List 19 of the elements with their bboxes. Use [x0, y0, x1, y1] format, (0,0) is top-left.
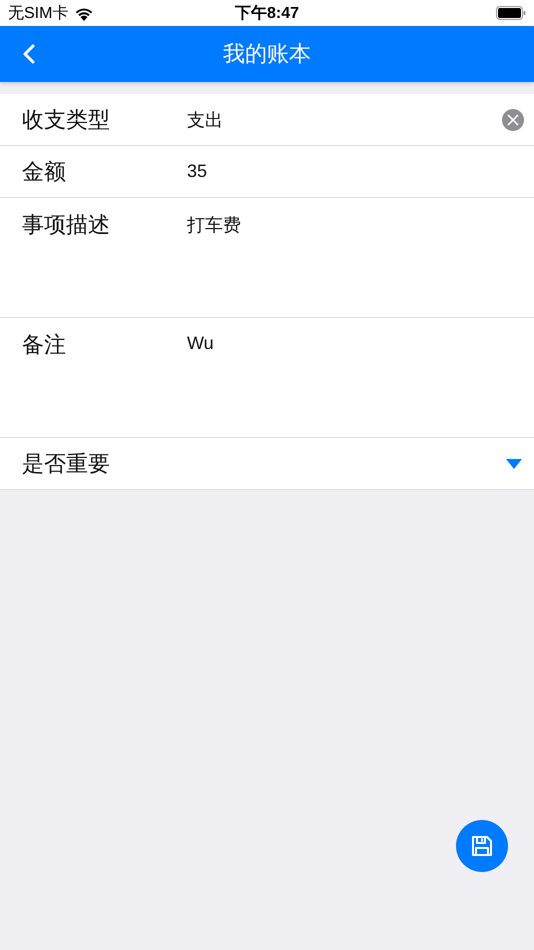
input-field[interactable]: 35 [187, 161, 524, 182]
field-label: 金额 [22, 158, 67, 186]
chevron-left-icon [23, 44, 35, 64]
wifi-icon [74, 6, 94, 20]
field-label: 备注 [22, 331, 67, 359]
carrier-label: 无SIM卡 [8, 4, 68, 24]
text-area[interactable]: 打车费 [187, 213, 524, 237]
clock-time: 下午8:47 [234, 4, 300, 24]
page-title: 我的账本 [223, 40, 311, 68]
close-icon [507, 114, 519, 126]
save-button[interactable] [456, 820, 508, 872]
clear-button[interactable] [502, 108, 524, 130]
select-value[interactable]: 支出 [187, 108, 502, 132]
text-area[interactable]: Wu [187, 333, 524, 354]
field-label: 是否重要 [22, 450, 111, 478]
field-label: 事项描述 [22, 211, 111, 239]
caret-icon[interactable] [506, 458, 522, 468]
field-label: 收支类型 [22, 106, 111, 134]
battery-icon [496, 6, 526, 20]
